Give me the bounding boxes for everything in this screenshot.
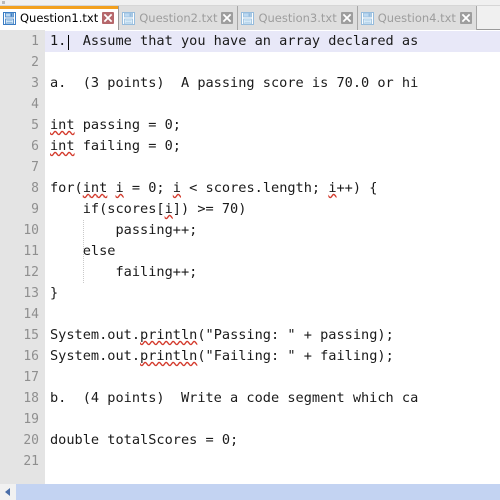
spellcheck-word: int [50,117,75,133]
line-number: 7 [31,160,39,175]
code-line[interactable]: else [45,241,500,262]
code-line[interactable] [45,409,500,430]
line-number: 11 [23,244,39,259]
horizontal-scrollbar[interactable] [0,484,500,500]
line-number: 10 [23,223,39,238]
line-number: 18 [23,391,39,406]
line-number: 20 [23,433,39,448]
code-line[interactable] [45,451,500,472]
arrow-left-icon [5,488,10,496]
resize-grip-icon [2,1,5,4]
code-line[interactable]: 1. Assume that you have an array declare… [45,31,500,52]
code-line[interactable]: if(scores[i]) >= 70) [45,199,500,220]
line-number-gutter: 1 2 3 4 5 6 7 8 9 10 11 12 13 14 15 16 17 18 19 20 21 [0,30,45,484]
line-number: 5 [31,118,39,133]
spellcheck-word: int [50,138,75,154]
tab-bar: Question1.txt Question2.txt Question3.txt Q… [0,6,500,30]
line-number: 19 [23,412,39,427]
line-number: 9 [31,202,39,217]
code-line[interactable]: int failing = 0; [45,136,500,157]
active-tab-indicator [0,6,119,9]
line-number: 8 [31,181,39,196]
code-line[interactable]: a. (3 points) A passing score is 70.0 or… [45,73,500,94]
line-number: 13 [23,286,39,301]
tab-label: Question1.txt [20,10,99,25]
code-line[interactable] [45,94,500,115]
tab-2[interactable]: Question2.txt [119,6,239,30]
code-line[interactable]: System.out.println("Failing: " + failing… [45,346,500,367]
scroll-left-arrow-button[interactable] [0,484,16,500]
line-number: 12 [23,265,39,280]
line-number: 14 [23,307,39,322]
line-number: 3 [31,76,39,91]
code-line[interactable] [45,304,500,325]
scrollbar-thumb[interactable] [16,484,500,500]
code-line[interactable]: for(int i = 0; i < scores.length; i++) { [45,178,500,199]
floppy-disk-icon [360,11,374,25]
spellcheck-word: println [140,327,198,343]
code-line[interactable]: } [45,283,500,304]
close-icon[interactable] [221,12,234,24]
spellcheck-word: int [82,180,108,196]
line-number: 15 [23,328,39,343]
line-number: 17 [23,370,39,385]
close-icon[interactable] [102,12,115,24]
line-number: 6 [31,139,39,154]
code-line[interactable]: failing++; [45,262,500,283]
line-number: 2 [31,55,39,70]
tab-label: Question2.txt [139,10,218,25]
floppy-disk-icon [122,11,136,25]
code-line[interactable] [45,367,500,388]
line-number: 4 [31,97,39,112]
line-number: 16 [23,349,39,364]
editor-pane[interactable]: 1 2 3 4 5 6 7 8 9 10 11 12 13 14 15 16 17 18 19 20 21 1. Ass… [0,30,500,484]
spellcheck-word: println [140,348,198,364]
tab-label: Question3.txt [258,10,337,25]
editor-window: Question1.txt Question2.txt Question3.txt Q… [0,0,500,500]
code-line[interactable] [45,157,500,178]
code-line[interactable]: double totalScores = 0; [45,430,500,451]
tab-label: Question4.txt [377,10,456,25]
code-line[interactable]: passing++; [45,220,500,241]
floppy-disk-icon [3,11,16,25]
code-text-area[interactable]: 1. Assume that you have an array declare… [45,30,500,484]
line-number: 21 [23,454,39,469]
tab-3[interactable]: Question3.txt [238,6,358,30]
floppy-disk-icon [241,11,255,25]
code-line[interactable]: int passing = 0; [45,115,500,136]
code-line[interactable]: System.out.println("Passing: " + passing… [45,325,500,346]
close-icon[interactable] [340,12,353,24]
tab-1[interactable]: Question1.txt [0,6,120,30]
tab-4[interactable]: Question4.txt [357,6,477,30]
line-number: 1 [31,34,39,49]
text-caret [68,35,69,50]
code-line[interactable]: b. (4 points) Write a code segment which… [45,388,500,409]
spellcheck-word: i [328,180,337,196]
code-line[interactable] [45,52,500,73]
spellcheck-word: i [172,180,181,196]
indent-guide [83,220,85,283]
spellcheck-word: i [164,201,173,217]
spellcheck-word: i [115,180,124,196]
close-icon[interactable] [459,12,472,24]
